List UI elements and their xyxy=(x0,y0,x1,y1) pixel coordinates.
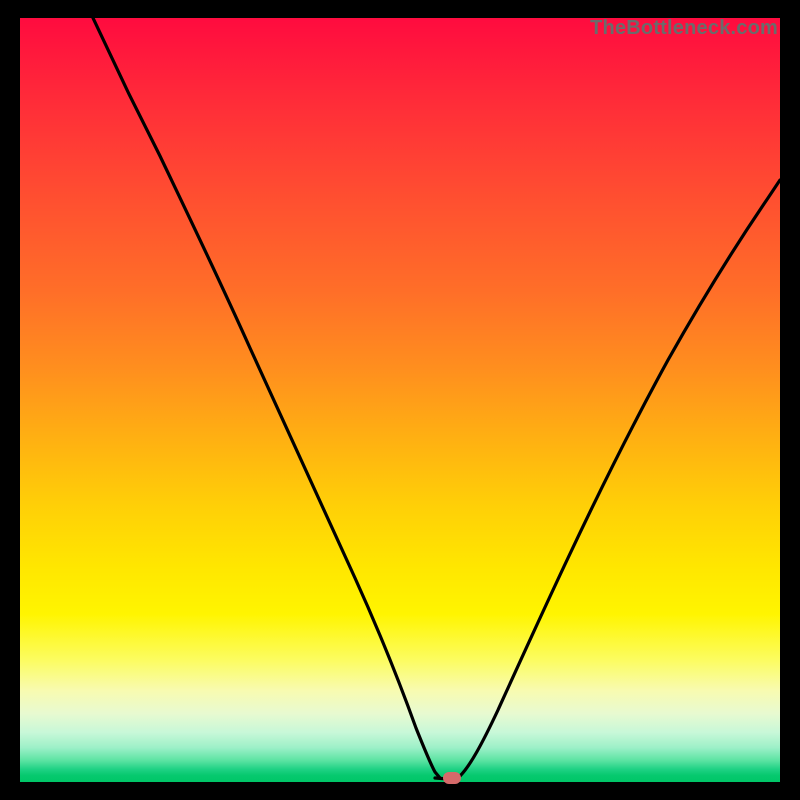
plot-area: TheBottleneck.com xyxy=(20,18,780,782)
chart-frame: TheBottleneck.com xyxy=(0,0,800,800)
minimum-marker xyxy=(443,772,461,784)
bottleneck-curve xyxy=(20,18,780,782)
